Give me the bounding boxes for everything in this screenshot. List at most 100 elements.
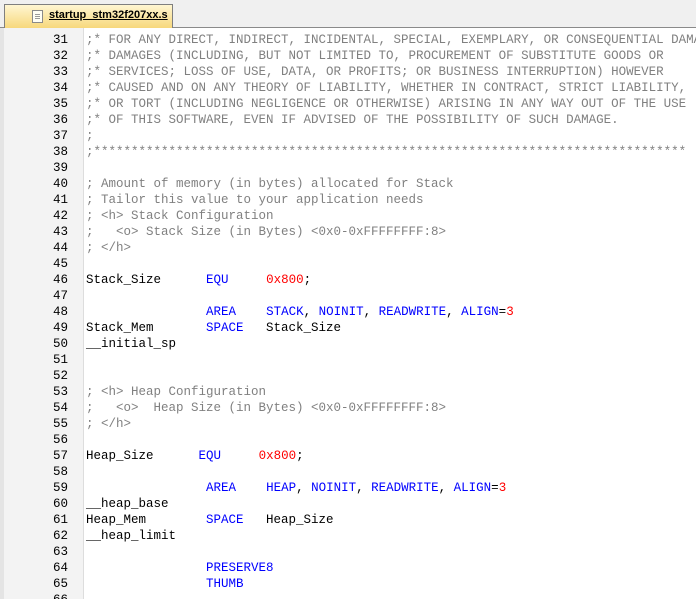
code-keyword: NOINIT	[311, 481, 357, 495]
code-text: ;	[86, 128, 94, 144]
code-text: ;* OF THIS SOFTWARE, EVEN IF ADVISED OF …	[86, 112, 619, 128]
code-text: ;* SERVICES; LOSS OF USE, DATA, OR PROFI…	[86, 64, 664, 80]
code-text: Stack_Size EQU 0x800;	[86, 272, 311, 288]
line-number: 51	[52, 353, 68, 367]
code-line: 53 ; <h> Heap Configuration	[4, 384, 696, 400]
code-line: 40 ; Amount of memory (in bytes) allocate…	[4, 176, 696, 192]
line-number: 43	[52, 225, 68, 239]
code-text: THUMB	[86, 576, 244, 592]
code-keyword: NOINIT	[318, 305, 364, 319]
code-token: __initial_sp	[86, 337, 177, 351]
code-line: 64 PRESERVE8	[4, 560, 696, 576]
line-number: 52	[52, 369, 68, 383]
code-line: 66	[4, 592, 696, 599]
code-line: 46 Stack_Size EQU 0x800;	[4, 272, 696, 288]
code-text: ; <o> Stack Size (in Bytes) <0x0-0xFFFFF…	[86, 224, 446, 240]
code-line: 48 AREA STACK, NOINIT, READWRITE, ALIGN=…	[4, 304, 696, 320]
code-line: 52	[4, 368, 696, 384]
line-number: 40	[52, 177, 68, 191]
code-text: ; Amount of memory (in bytes) allocated …	[86, 176, 454, 192]
code-keyword: THUMB	[206, 577, 244, 591]
code-line: 59 AREA HEAP, NOINIT, READWRITE, ALIGN=3	[4, 480, 696, 496]
code-text: Heap_Mem SPACE Heap_Size	[86, 512, 334, 528]
line-number: 48	[52, 305, 68, 319]
code-line: 43 ; <o> Stack Size (in Bytes) <0x0-0xFFF…	[4, 224, 696, 240]
line-number: 31	[52, 33, 68, 47]
code-number: 3	[506, 305, 514, 319]
code-keyword: AREA	[206, 481, 237, 495]
code-text: PRESERVE8	[86, 560, 274, 576]
code-token: ,	[303, 305, 319, 319]
line-number: 44	[52, 241, 68, 255]
line-number: 55	[52, 417, 68, 431]
code-text: ; <h> Heap Configuration	[86, 384, 266, 400]
code-comment: ; Amount of memory (in bytes) allocated …	[86, 177, 454, 191]
code-text: ; </h>	[86, 240, 131, 256]
code-text: ; <h> Stack Configuration	[86, 208, 274, 224]
code-text: ;* OR TORT (INCLUDING NEGLIGENCE OR OTHE…	[86, 96, 686, 112]
code-text: AREA STACK, NOINIT, READWRITE, ALIGN=3	[86, 304, 514, 320]
code-line: 42 ; <h> Stack Configuration	[4, 208, 696, 224]
line-number: 66	[4, 592, 68, 599]
code-token: Stack_Size	[86, 273, 207, 287]
code-comment: ; <o> Heap Size (in Bytes) <0x0-0xFFFFFF…	[86, 401, 447, 415]
code-line: 39	[4, 160, 696, 176]
code-line: 44 ; </h>	[4, 240, 696, 256]
code-line: 61 Heap_Mem SPACE Heap_Size	[4, 512, 696, 528]
code-comment: ;* SERVICES; LOSS OF USE, DATA, OR PROFI…	[86, 65, 664, 79]
code-number: 0x800	[266, 273, 304, 287]
code-line: 38 ;*************************************…	[4, 144, 696, 160]
code-line: 41 ; Tailor this value to your applicatio…	[4, 192, 696, 208]
code-token: Heap_Size	[243, 513, 334, 527]
code-line: 32 ;* DAMAGES (INCLUDING, BUT NOT LIMITED…	[4, 48, 696, 64]
code-token: __heap_limit	[86, 529, 177, 543]
code-token: ;	[303, 273, 312, 287]
code-comment: ; </h>	[86, 241, 132, 255]
code-comment: ; <h> Stack Configuration	[86, 209, 274, 223]
line-number: 46	[52, 273, 68, 287]
code-comment: ; <h> Heap Configuration	[86, 385, 267, 399]
code-keyword: HEAP	[266, 481, 297, 495]
line-number: 49	[52, 321, 68, 335]
code-text: __initial_sp	[86, 336, 176, 352]
code-line: 35 ;* OR TORT (INCLUDING NEGLIGENCE OR OT…	[4, 96, 696, 112]
code-line: 55 ; </h>	[4, 416, 696, 432]
code-token: Stack_Mem	[86, 321, 207, 335]
line-number: 41	[52, 193, 68, 207]
code-comment: ; </h>	[86, 417, 132, 431]
code-line: 34 ;* CAUSED AND ON ANY THEORY OF LIABILI…	[4, 80, 696, 96]
code-text: AREA HEAP, NOINIT, READWRITE, ALIGN=3	[86, 480, 506, 496]
code-line: 51	[4, 352, 696, 368]
line-number: 65	[52, 577, 68, 591]
line-number: 56	[52, 433, 68, 447]
line-number: 36	[52, 113, 68, 127]
code-comment: ;* OF THIS SOFTWARE, EVEN IF ADVISED OF …	[86, 113, 619, 127]
line-number: 50	[52, 337, 68, 351]
code-line: 58	[4, 464, 696, 480]
line-number: 42	[52, 209, 68, 223]
code-token: ,	[438, 481, 454, 495]
code-token: ,	[446, 305, 462, 319]
code-keyword: SPACE	[206, 513, 244, 527]
code-keyword: SPACE	[206, 321, 244, 335]
code-text: ; Tailor this value to your application …	[86, 192, 424, 208]
code-text: ;* CAUSED AND ON ANY THEORY OF LIABILITY…	[86, 80, 686, 96]
code-editor[interactable]: 31 ;* FOR ANY DIRECT, INDIRECT, INCIDENTA…	[0, 28, 696, 599]
code-comment: ;	[86, 129, 94, 143]
code-comment: ; Tailor this value to your application …	[86, 193, 424, 207]
code-line: 62 __heap_limit	[4, 528, 696, 544]
code-text: Stack_Mem SPACE Stack_Size	[86, 320, 341, 336]
code-line: 37;	[4, 128, 696, 144]
file-icon	[32, 10, 43, 23]
code-keyword: PRESERVE8	[206, 561, 274, 575]
code-text: Heap_Size EQU 0x800;	[86, 448, 304, 464]
line-number: 62	[52, 529, 68, 543]
file-tab[interactable]: startup_stm32f207xx.s	[4, 4, 173, 28]
code-token: ,	[356, 481, 372, 495]
code-keyword: ALIGN	[461, 305, 499, 319]
